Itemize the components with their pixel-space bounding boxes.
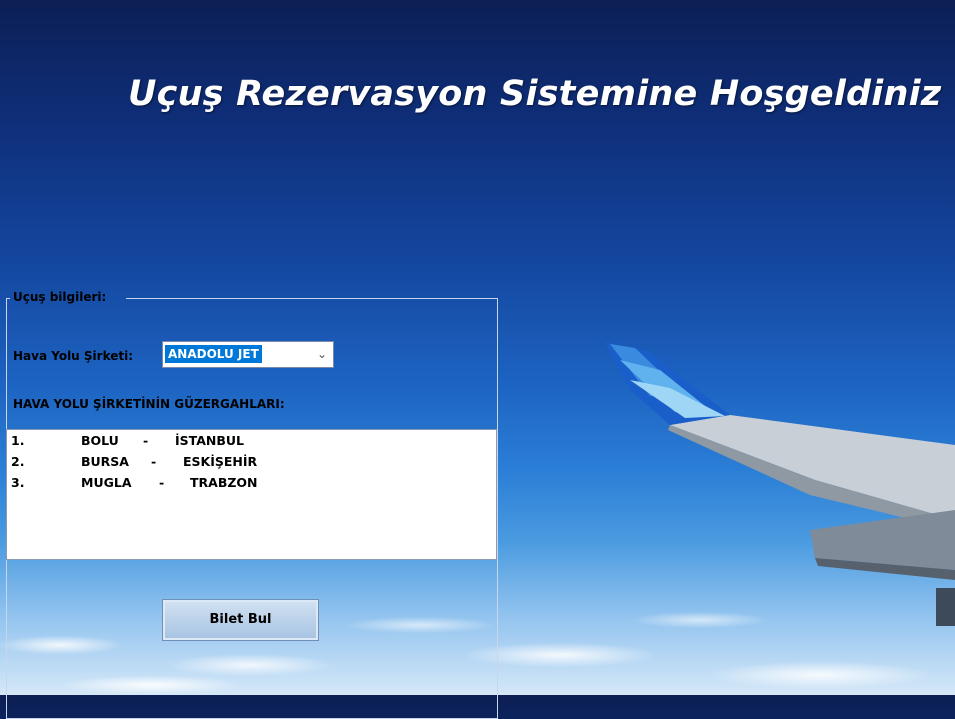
page-title: Uçuş Rezervasyon Sistemine Hoşgeldiniz: [128, 74, 942, 114]
group-border: [6, 298, 10, 299]
airline-selected-value: ANADOLU JET: [165, 345, 262, 363]
route-number: 3.: [11, 475, 25, 490]
route-separator: -: [159, 475, 165, 490]
flight-info-legend: Uçuş bilgileri:: [13, 290, 107, 304]
airline-combobox[interactable]: ANADOLU JET ⌄: [162, 341, 334, 368]
route-from: BOLU: [81, 433, 119, 448]
find-ticket-button[interactable]: Bilet Bul: [163, 600, 318, 640]
route-separator: -: [151, 454, 157, 469]
airplane-wing-image: [605, 342, 955, 626]
route-to: ESKİŞEHİR: [183, 454, 258, 469]
route-from: BURSA: [81, 454, 129, 469]
chevron-down-icon[interactable]: ⌄: [315, 346, 329, 362]
group-border: [126, 298, 497, 299]
routes-header: HAVA YOLU ŞİRKETİNİN GÜZERGAHLARI:: [13, 397, 285, 411]
routes-listbox[interactable]: 1. BOLU - İSTANBUL 2. BURSA - ESKİŞEHİR …: [6, 429, 497, 560]
route-separator: -: [143, 433, 149, 448]
route-to: TRABZON: [190, 475, 258, 490]
route-number: 2.: [11, 454, 25, 469]
route-from: MUGLA: [81, 475, 132, 490]
airline-label: Hava Yolu Şirketi:: [13, 349, 134, 363]
route-to: İSTANBUL: [175, 433, 244, 448]
route-number: 1.: [11, 433, 25, 448]
